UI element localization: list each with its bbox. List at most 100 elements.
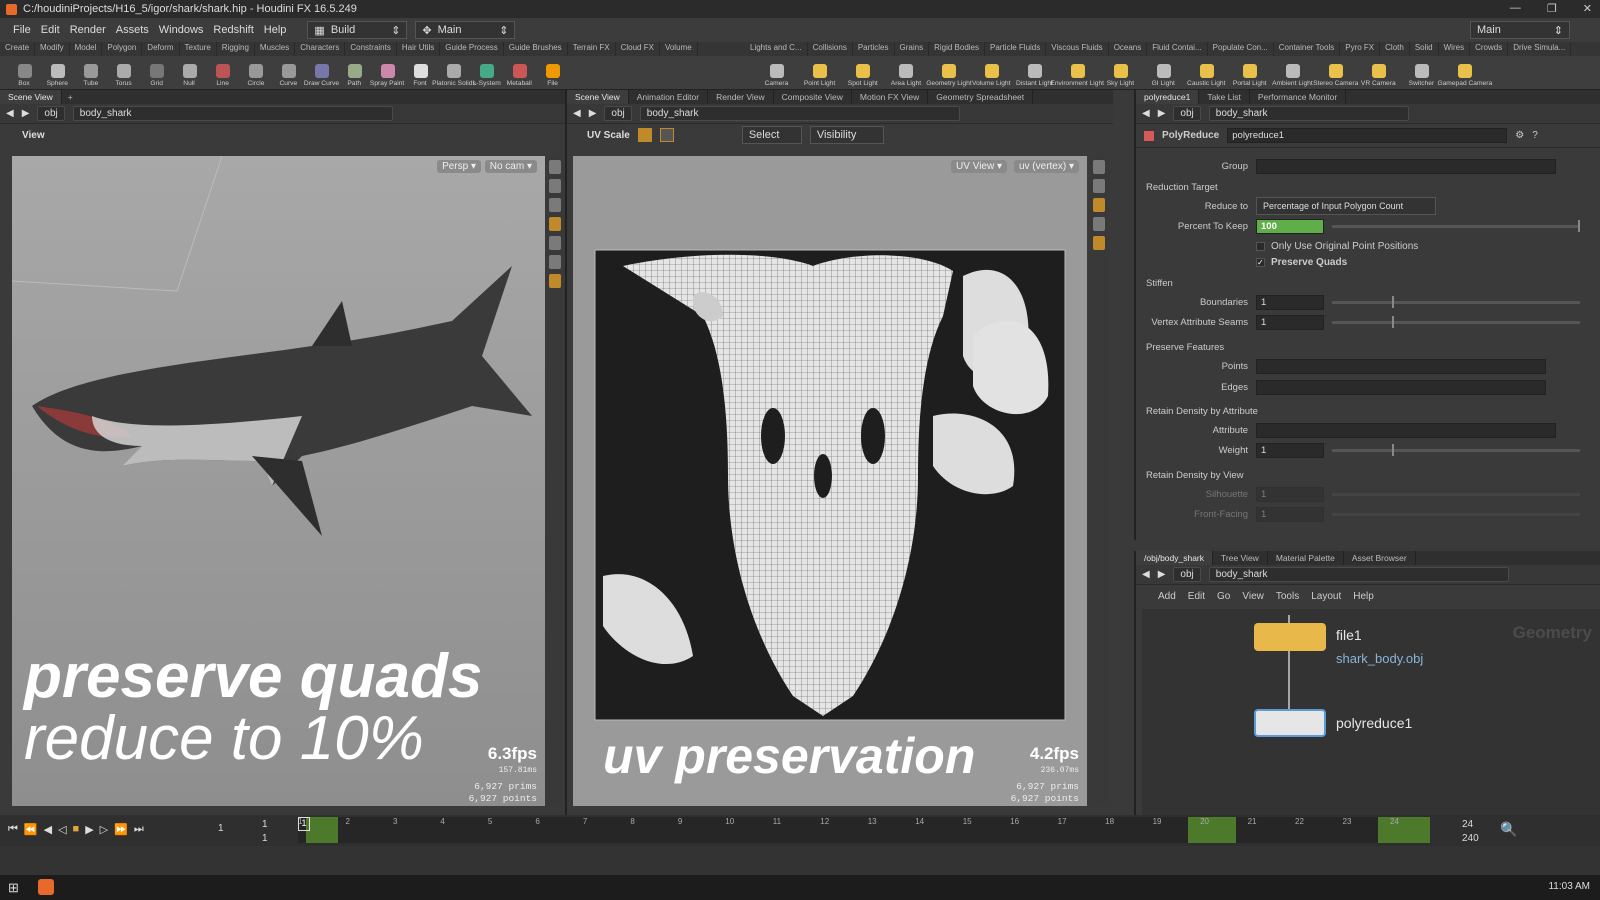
curve-tool[interactable]: Curve (272, 55, 305, 89)
light-tool[interactable]: Caustic Light (1185, 55, 1228, 89)
lock-icon[interactable] (549, 179, 561, 193)
draw-curve-tool[interactable]: Draw Curve (304, 55, 339, 89)
vas-field[interactable]: 1 (1256, 314, 1324, 330)
shelf-tab[interactable]: Modify (35, 42, 70, 56)
crumb-obj[interactable]: obj (37, 106, 65, 121)
back-icon[interactable]: ◀ (1142, 569, 1150, 580)
shelf-tab[interactable]: Constraints (345, 42, 397, 56)
light-tool[interactable]: Area Light (884, 55, 927, 89)
tab-geometry-spreadsheet[interactable]: Geometry Spreadsheet (928, 90, 1034, 104)
percent-field[interactable]: 100 (1256, 218, 1324, 234)
reduce-to-select[interactable]: Percentage of Input Polygon Count (1256, 197, 1436, 215)
light-tool[interactable]: VR Camera (1357, 55, 1400, 89)
goto-start-button[interactable]: ⏮ (8, 823, 18, 836)
shelf-tab[interactable]: Create (0, 42, 36, 56)
forward-icon[interactable]: ▶ (22, 108, 30, 119)
tube-tool[interactable]: Tube (74, 55, 107, 89)
tab-animation-editor[interactable]: Animation Editor (629, 90, 709, 104)
timeline-bar[interactable]: 1 2 3 4 5 6 7 8 9 10 11 12 13 14 15 16 17 18 19 20 21 22 23 24 … (298, 817, 1430, 843)
menu-redshift[interactable]: Redshift (208, 24, 258, 36)
grid-tool[interactable]: Grid (140, 55, 173, 89)
circle-tool[interactable]: Circle (239, 55, 272, 89)
path-tool[interactable]: Path (338, 55, 371, 89)
range-end-2[interactable]: 240 (1462, 833, 1479, 844)
light-tool[interactable]: Point Light (798, 55, 841, 89)
light-tool[interactable]: Geometry Light (926, 55, 971, 89)
shelf-tab[interactable]: Viscous Fluids (1046, 42, 1109, 56)
ghost-icon[interactable] (549, 274, 561, 288)
shelf-tab[interactable]: Terrain FX (568, 42, 616, 56)
lsystem-tool[interactable]: L-System (470, 55, 503, 89)
network-menu-go[interactable]: Go (1217, 591, 1230, 602)
shelf-tab[interactable]: Pyro FX (1340, 42, 1381, 56)
shelf-tab[interactable]: Hair Utils (397, 42, 441, 56)
file1-node[interactable] (1254, 623, 1326, 651)
lock-icon[interactable] (1093, 179, 1105, 193)
forward-icon[interactable]: ▶ (1158, 569, 1166, 580)
line-tool[interactable]: Line (206, 55, 239, 89)
shelf-tab[interactable]: Solid (1410, 42, 1439, 56)
shelf-tab[interactable]: Populate Con... (1208, 42, 1274, 56)
menu-render[interactable]: Render (65, 24, 111, 36)
light-tool[interactable]: Portal Light (1228, 55, 1271, 89)
tab-network-0[interactable]: /obj/body_shark (1136, 551, 1214, 565)
light-icon[interactable] (1093, 217, 1105, 231)
add-tab-icon[interactable]: + (62, 92, 79, 102)
snap-icon[interactable] (549, 217, 561, 231)
back-icon[interactable]: ◀ (573, 108, 581, 119)
preserve-quads-checkbox[interactable]: ✓ (1256, 257, 1265, 267)
boundaries-field[interactable]: 1 (1256, 294, 1324, 310)
light-tool[interactable]: GI Light (1142, 55, 1185, 89)
crumb-body-shark[interactable]: body_shark (1208, 567, 1509, 582)
tab-polyreduce1[interactable]: polyreduce1 (1136, 90, 1200, 104)
range-end[interactable]: 24 (1462, 819, 1473, 830)
file-tool[interactable]: File (536, 55, 569, 89)
visibility-dropdown[interactable]: Visibility (809, 126, 884, 144)
shelf-tab[interactable]: Cloth (1380, 42, 1410, 56)
range-start[interactable]: 1 (262, 819, 268, 830)
display-icon[interactable] (549, 160, 561, 174)
tab-composite-view[interactable]: Composite View (774, 90, 852, 104)
shelf-tab[interactable]: Drive Simula... (1508, 42, 1572, 56)
gear-icon[interactable]: ⚙ (1515, 130, 1524, 141)
network-menu-add[interactable]: Add (1158, 591, 1176, 602)
sphere-tool[interactable]: Sphere (41, 55, 74, 89)
back-icon[interactable]: ◀ (6, 108, 14, 119)
tab-network-3[interactable]: Asset Browser (1344, 551, 1416, 565)
torus-tool[interactable]: Torus (107, 55, 140, 89)
minimize-button[interactable]: — (1510, 2, 1521, 15)
spray-paint-tool[interactable]: Spray Paint (370, 55, 405, 89)
crumb-obj[interactable]: obj (1173, 106, 1201, 121)
shelf-tab[interactable]: Particles (853, 42, 895, 56)
range-start-2[interactable]: 1 (262, 833, 268, 844)
crumb-body-shark[interactable]: body_shark (1208, 106, 1409, 121)
network-menu-help[interactable]: Help (1353, 591, 1374, 602)
shelf-tab[interactable]: Guide Process (440, 42, 504, 56)
light-tool[interactable]: Sky Light (1099, 55, 1142, 89)
tab-scene-view[interactable]: Scene View (0, 90, 62, 104)
polyreduce1-node[interactable] (1254, 709, 1326, 737)
shelf-tab[interactable]: Fluid Contai... (1147, 42, 1208, 56)
shelf-tab[interactable]: Grains (895, 42, 930, 56)
menu-file[interactable]: File (8, 24, 36, 36)
shelf-tab[interactable]: Model (70, 42, 103, 56)
tab-scene-view[interactable]: Scene View (567, 90, 629, 104)
step-back-key-button[interactable]: ⏪ (24, 823, 38, 836)
box-tool[interactable]: Box (8, 55, 41, 89)
box-select-icon[interactable] (659, 128, 674, 142)
play-reverse-button[interactable]: ◁ (58, 823, 66, 836)
maximize-button[interactable]: ❐ (1547, 2, 1557, 15)
light-tool[interactable]: Camera (755, 55, 798, 89)
shelf-tab[interactable]: Oceans (1109, 42, 1148, 56)
snap-icon[interactable] (1093, 198, 1105, 212)
shelf-tab[interactable]: Characters (295, 42, 346, 56)
tab-take-list[interactable]: Take List (1199, 90, 1250, 104)
shelf-tab[interactable]: Volume (660, 42, 698, 56)
shelf-tab[interactable]: Polygon (102, 42, 143, 56)
uv-viewport[interactable]: UV View ▾ uv (vertex) ▾ uv preservation … (573, 156, 1087, 806)
light-tool[interactable]: Volume Light (970, 55, 1013, 89)
points-field[interactable] (1256, 358, 1546, 374)
key-icon[interactable]: 🔍 (1500, 821, 1517, 838)
node-name-field[interactable]: polyreduce1 (1227, 128, 1508, 143)
file1-subtitle[interactable]: shark_body.obj (1336, 651, 1423, 666)
